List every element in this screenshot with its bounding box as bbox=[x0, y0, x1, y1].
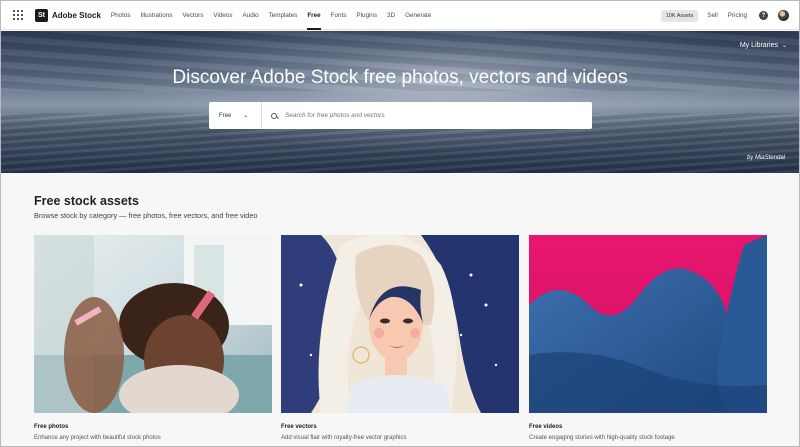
sell-link[interactable]: Sell bbox=[707, 12, 718, 19]
search-field bbox=[262, 102, 592, 129]
card-title[interactable]: Free videos bbox=[529, 424, 767, 430]
nav-links: Photos Illustrations Vectors Videos Audi… bbox=[111, 1, 441, 30]
brand-name: Adobe Stock bbox=[52, 10, 101, 20]
avatar[interactable] bbox=[778, 10, 789, 21]
hero-banner: My Libraries ⌄ Discover Adobe Stock free… bbox=[1, 31, 799, 173]
nav-link-photos[interactable]: Photos bbox=[111, 1, 131, 30]
card-description: Enhance any project with beautiful stock… bbox=[34, 435, 161, 441]
search-filter-select[interactable]: Free ⌄ bbox=[209, 102, 262, 129]
search-input[interactable] bbox=[285, 112, 575, 119]
brand-link[interactable]: St Adobe Stock bbox=[35, 8, 101, 22]
top-nav: St Adobe Stock Photos Illustrations Vect… bbox=[1, 1, 799, 30]
assets-button[interactable]: 10K Assets bbox=[660, 9, 699, 22]
card-free-vectors[interactable]: Free vectors Add visual flair with royal… bbox=[281, 235, 519, 441]
card-description: Add visual flair with royalty-free vecto… bbox=[281, 435, 407, 441]
card-free-videos[interactable]: Free videos Create engaging stories with… bbox=[529, 235, 767, 441]
nav-link-audio[interactable]: Audio bbox=[243, 1, 259, 30]
my-libraries-button[interactable]: My Libraries ⌄ bbox=[740, 42, 787, 49]
free-vectors-image[interactable] bbox=[281, 235, 519, 413]
chevron-down-icon: ⌄ bbox=[781, 43, 787, 49]
chevron-down-icon: ⌄ bbox=[243, 113, 249, 119]
browser-frame: St Adobe Stock Photos Illustrations Vect… bbox=[0, 0, 800, 447]
card-title[interactable]: Free photos bbox=[34, 424, 272, 430]
free-videos-image[interactable] bbox=[529, 235, 767, 413]
nav-link-illustrations[interactable]: Illustrations bbox=[141, 1, 173, 30]
app-switcher-icon[interactable] bbox=[13, 10, 23, 20]
nav-right: 10K Assets Sell Pricing ? bbox=[660, 1, 789, 30]
nav-link-fonts[interactable]: Fonts bbox=[331, 1, 347, 30]
nav-link-3d[interactable]: 3D bbox=[387, 1, 395, 30]
nav-link-templates[interactable]: Templates bbox=[269, 1, 298, 30]
card-title[interactable]: Free vectors bbox=[281, 424, 519, 430]
section-subtitle: Browse stock by category — free photos, … bbox=[34, 211, 258, 220]
photo-credit: by MiaStendal bbox=[746, 155, 785, 161]
help-icon[interactable]: ? bbox=[759, 11, 768, 20]
nav-link-videos[interactable]: Videos bbox=[213, 1, 232, 30]
nav-link-generate[interactable]: Generate bbox=[405, 1, 431, 30]
card-free-photos[interactable]: Free photos Enhance any project with bea… bbox=[34, 235, 272, 441]
section-title: Free stock assets bbox=[34, 194, 139, 208]
card-description: Create engaging stories with high-qualit… bbox=[529, 435, 675, 441]
search-icon bbox=[271, 112, 277, 119]
pricing-link[interactable]: Pricing bbox=[728, 12, 747, 19]
nav-link-free[interactable]: Free bbox=[307, 1, 321, 30]
free-photos-image[interactable] bbox=[34, 235, 272, 413]
search-bar: Free ⌄ bbox=[209, 102, 592, 129]
search-filter-value: Free bbox=[219, 112, 232, 119]
adobe-stock-logo: St bbox=[35, 8, 48, 22]
nav-link-vectors[interactable]: Vectors bbox=[182, 1, 203, 30]
hero-title: Discover Adobe Stock free photos, vector… bbox=[172, 67, 628, 88]
my-libraries-label: My Libraries bbox=[739, 42, 778, 49]
nav-link-plugins[interactable]: Plugins bbox=[356, 1, 377, 30]
